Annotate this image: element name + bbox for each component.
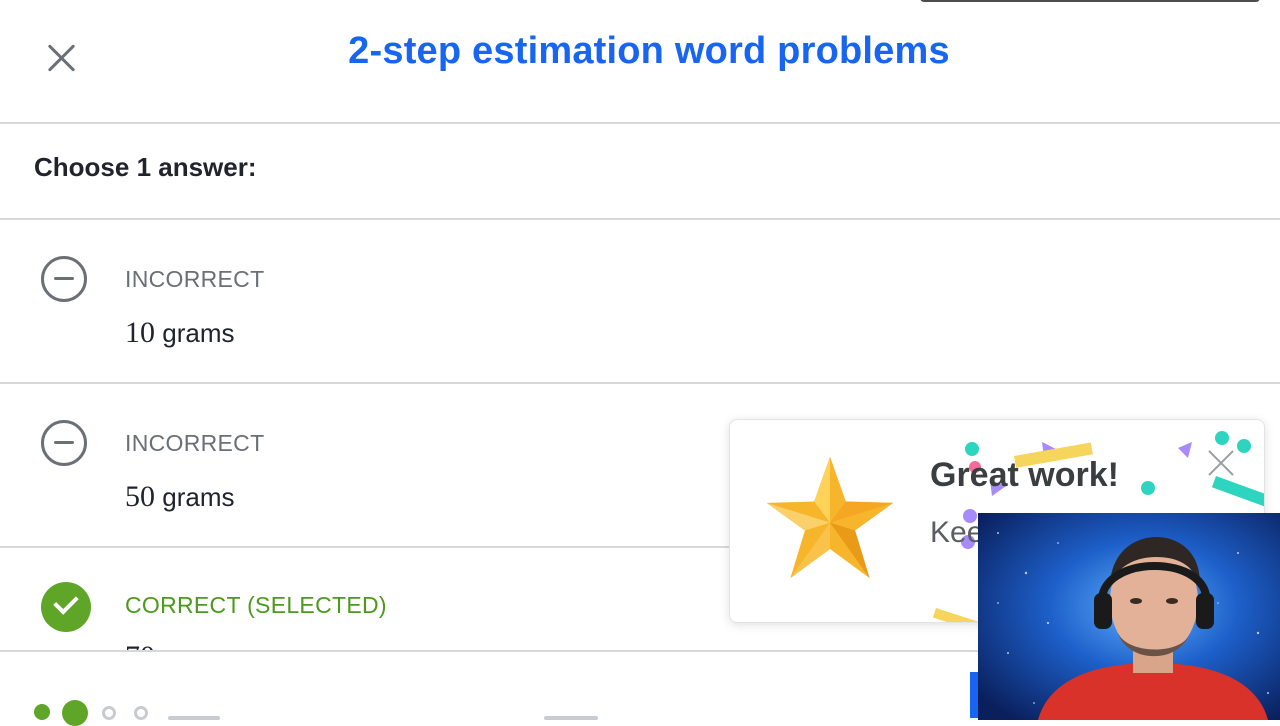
choice-value: 70 (125, 640, 155, 650)
star-icon (766, 456, 894, 579)
toast-subtitle: Kee (930, 516, 984, 549)
choice-value: 50 (125, 480, 155, 513)
choice-unit: grams (162, 318, 235, 348)
page-title: 2-step estimation word problems (348, 30, 950, 72)
correct-check-icon (41, 582, 91, 632)
question-prompt-row: Choose 1 answer: (0, 124, 1280, 220)
choice-answer: 70 grams (125, 640, 234, 650)
choice-status: INCORRECT (125, 430, 265, 456)
top-edge-shadow (920, 0, 1260, 2)
toast-close-icon[interactable] (1206, 448, 1236, 478)
top-bar: 2-step estimation word problems (0, 0, 1280, 124)
choice-value: 10 (125, 316, 155, 349)
choice-unit: grams (162, 482, 235, 512)
webcam-overlay (978, 513, 1280, 720)
bottom-button-edge[interactable] (168, 716, 220, 720)
choice-status: CORRECT (SELECTED) (125, 592, 387, 618)
choice-unit: grams (162, 642, 234, 650)
question-prompt: Choose 1 answer: (34, 152, 257, 182)
incorrect-minus-icon (41, 420, 87, 466)
choice-status: INCORRECT (125, 266, 265, 292)
progress-dot-pending (134, 706, 148, 720)
answer-choice-1[interactable]: INCORRECT 10 grams (0, 220, 1280, 384)
toast-title: Great work! (930, 456, 1119, 494)
incorrect-minus-icon (41, 256, 87, 302)
choice-answer: 50 grams (125, 480, 234, 514)
progress-dot-completed (34, 704, 50, 720)
progress-dot-pending (102, 706, 116, 720)
bottom-button-edge[interactable] (544, 716, 598, 720)
choice-answer: 10 grams (125, 316, 234, 350)
progress-dot-current (62, 700, 88, 726)
